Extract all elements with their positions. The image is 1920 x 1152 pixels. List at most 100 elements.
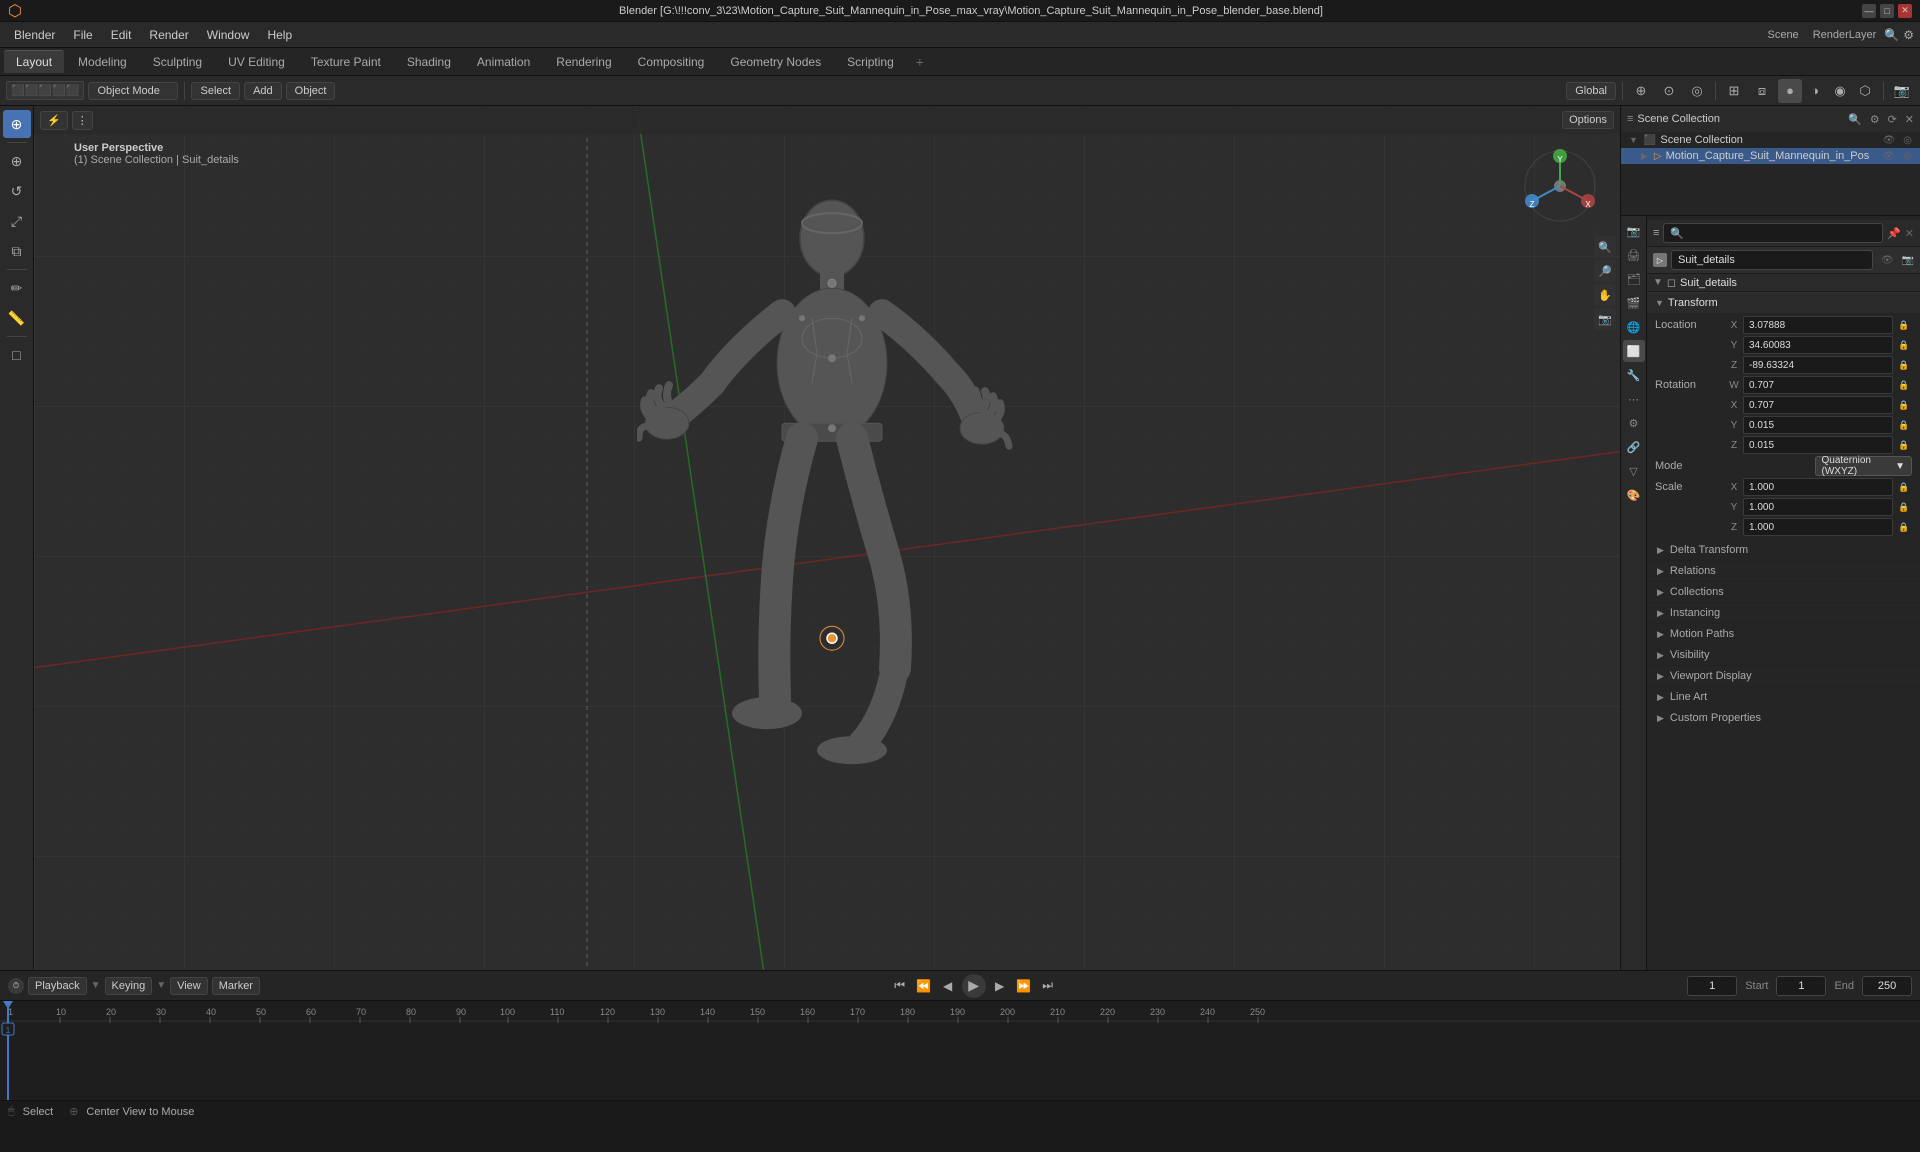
prop-world-icon[interactable]: 🌐 [1623, 316, 1645, 338]
frame-ruler-area[interactable]: 1 10 20 30 40 50 60 70 80 90 100 110 [0, 1001, 1920, 1100]
tab-texture-paint[interactable]: Texture Paint [299, 50, 393, 73]
start-frame-input[interactable] [1776, 976, 1826, 996]
header-icon-2[interactable]: ⚙ [1903, 28, 1914, 42]
pointer-icon[interactable]: ◎ [1903, 135, 1912, 146]
tab-modeling[interactable]: Modeling [66, 50, 139, 73]
camera-perspective[interactable]: 📷 [1890, 79, 1914, 103]
step-back-btn[interactable]: ◀ [938, 976, 958, 996]
rot-y-lock[interactable]: 🔒 [1896, 417, 1912, 433]
viewport-display-section[interactable]: ▶ Viewport Display [1647, 665, 1920, 686]
tab-animation[interactable]: Animation [465, 50, 542, 73]
maximize-button[interactable]: □ [1880, 4, 1894, 18]
vp-zoom-in[interactable]: 🔍 [1594, 236, 1616, 258]
relations-section[interactable]: ▶ Relations [1647, 560, 1920, 581]
prop-output-icon[interactable]: 🖨 [1623, 244, 1645, 266]
eye-icon[interactable]: 👁 [1883, 135, 1896, 146]
outliner-filter[interactable]: 🔍 [1848, 113, 1862, 126]
prop-object-data-icon[interactable]: ▽ [1623, 460, 1645, 482]
viewport-mode-btn[interactable]: ⚡ [40, 111, 68, 130]
minimize-button[interactable]: — [1862, 4, 1876, 18]
next-keyframe-btn[interactable]: ⏩ [1014, 976, 1034, 996]
rot-y-field[interactable]: 0.015 [1743, 416, 1893, 434]
line-art-section[interactable]: ▶ Line Art [1647, 686, 1920, 707]
shading-material[interactable]: ◑ [1803, 79, 1827, 103]
tab-rendering[interactable]: Rendering [544, 50, 623, 73]
outliner-options[interactable]: ⚙ [1870, 113, 1880, 126]
shading-wireframe[interactable]: ⬡ [1853, 79, 1877, 103]
outliner-object-item[interactable]: ▶ ▷ Motion_Capture_Suit_Mannequin_in_Pos… [1621, 148, 1920, 164]
visibility-icon[interactable]: 👁 [1881, 255, 1894, 266]
tool-add-cube[interactable]: □ [3, 341, 31, 369]
tab-layout[interactable]: Layout [4, 50, 64, 73]
instancing-section[interactable]: ▶ Instancing [1647, 602, 1920, 623]
prev-keyframe-btn[interactable]: ⏪ [914, 976, 934, 996]
rot-x-lock[interactable]: 🔒 [1896, 397, 1912, 413]
tool-cursor[interactable]: ⊕ [3, 110, 31, 138]
collections-section[interactable]: ▶ Collections [1647, 581, 1920, 602]
view-layer-btn[interactable]: ⋮ [72, 111, 93, 130]
rot-x-field[interactable]: 0.707 [1743, 396, 1893, 414]
step-forward-btn[interactable]: ▶ [990, 976, 1010, 996]
shading-rendered[interactable]: ◉ [1828, 79, 1852, 103]
tool-measure[interactable]: 📏 [3, 304, 31, 332]
obj-eye-icon[interactable]: 👁 [1883, 151, 1896, 162]
loc-z-field[interactable]: -89.63324 [1743, 356, 1893, 374]
prop-modifiers-icon[interactable]: 🔧 [1623, 364, 1645, 386]
vp-zoom-out[interactable]: 🔎 [1594, 260, 1616, 282]
tab-sculpting[interactable]: Sculpting [141, 50, 214, 73]
shading-solid[interactable]: ● [1778, 79, 1802, 103]
rotation-mode-dropdown[interactable]: Quaternion (WXYZ) ▼ [1815, 456, 1913, 476]
loc-x-lock[interactable]: 🔒 [1896, 317, 1912, 333]
scale-x-lock[interactable]: 🔒 [1896, 479, 1912, 495]
marker-dropdown[interactable]: Marker [212, 977, 260, 995]
object-mode-dropdown[interactable]: Object Mode [88, 82, 178, 100]
custom-properties-section[interactable]: ▶ Custom Properties [1647, 707, 1920, 728]
menu-window[interactable]: Window [199, 26, 258, 44]
menu-file[interactable]: File [65, 26, 100, 44]
menu-render[interactable]: Render [141, 26, 196, 44]
viewport[interactable]: ⚡ ⋮ Options User Perspective (1) Scene C… [34, 106, 1620, 970]
outliner-scene-collection[interactable]: ▼ ⬛ Scene Collection 👁 ◎ [1621, 132, 1920, 148]
prop-object-icon[interactable]: ⬜ [1623, 340, 1645, 362]
global-dropdown[interactable]: Global [1566, 82, 1616, 100]
menu-blender[interactable]: Blender [6, 26, 63, 44]
current-frame-input[interactable] [1687, 976, 1737, 996]
menu-help[interactable]: Help [259, 26, 300, 44]
tab-geometry-nodes[interactable]: Geometry Nodes [718, 50, 833, 73]
nav-gizmo[interactable]: Y X Z [1520, 146, 1600, 226]
close-button[interactable]: ✕ [1898, 4, 1912, 18]
loc-y-field[interactable]: 34.60083 [1743, 336, 1893, 354]
scale-y-lock[interactable]: 🔒 [1896, 499, 1912, 515]
scale-z-field[interactable]: 1.000 [1743, 518, 1893, 536]
motion-paths-section[interactable]: ▶ Motion Paths [1647, 623, 1920, 644]
tab-shading[interactable]: Shading [395, 50, 463, 73]
delta-transform-section[interactable]: ▶ Delta Transform [1647, 539, 1920, 560]
loc-y-lock[interactable]: 🔒 [1896, 337, 1912, 353]
select-menu[interactable]: Select [191, 82, 240, 100]
object-name-field[interactable]: Suit_details [1671, 250, 1873, 270]
rot-w-field[interactable]: 0.707 [1743, 376, 1893, 394]
rot-w-lock[interactable]: 🔒 [1896, 377, 1912, 393]
tab-uv-editing[interactable]: UV Editing [216, 50, 297, 73]
jump-start-btn[interactable]: ⏮ [890, 976, 910, 996]
visibility-section[interactable]: ▶ Visibility [1647, 644, 1920, 665]
prop-view-layer-icon[interactable]: 🗂 [1623, 268, 1645, 290]
object-menu[interactable]: Object [286, 82, 336, 100]
scale-z-lock[interactable]: 🔒 [1896, 519, 1912, 535]
tool-move[interactable]: ⊕ [3, 147, 31, 175]
snap-icon[interactable]: ⊙ [1657, 79, 1681, 103]
end-frame-input[interactable] [1862, 976, 1912, 996]
tab-compositing[interactable]: Compositing [626, 50, 717, 73]
overlay-icon[interactable]: ⊞ [1722, 79, 1746, 103]
transform-icon[interactable]: ⊕ [1629, 79, 1653, 103]
scale-y-field[interactable]: 1.000 [1743, 498, 1893, 516]
proportional-icon[interactable]: ◎ [1685, 79, 1709, 103]
prop-particles-icon[interactable]: ⋯ [1623, 388, 1645, 410]
rot-z-lock[interactable]: 🔒 [1896, 437, 1912, 453]
menu-edit[interactable]: Edit [103, 26, 140, 44]
prop-pin-icon[interactable]: 📌 [1887, 227, 1901, 240]
options-button[interactable]: Options [1562, 111, 1614, 129]
tool-annotate[interactable]: ✏ [3, 274, 31, 302]
timeline-clock-icon[interactable]: ⏱ [8, 978, 24, 994]
loc-x-field[interactable]: 3.07888 [1743, 316, 1893, 334]
